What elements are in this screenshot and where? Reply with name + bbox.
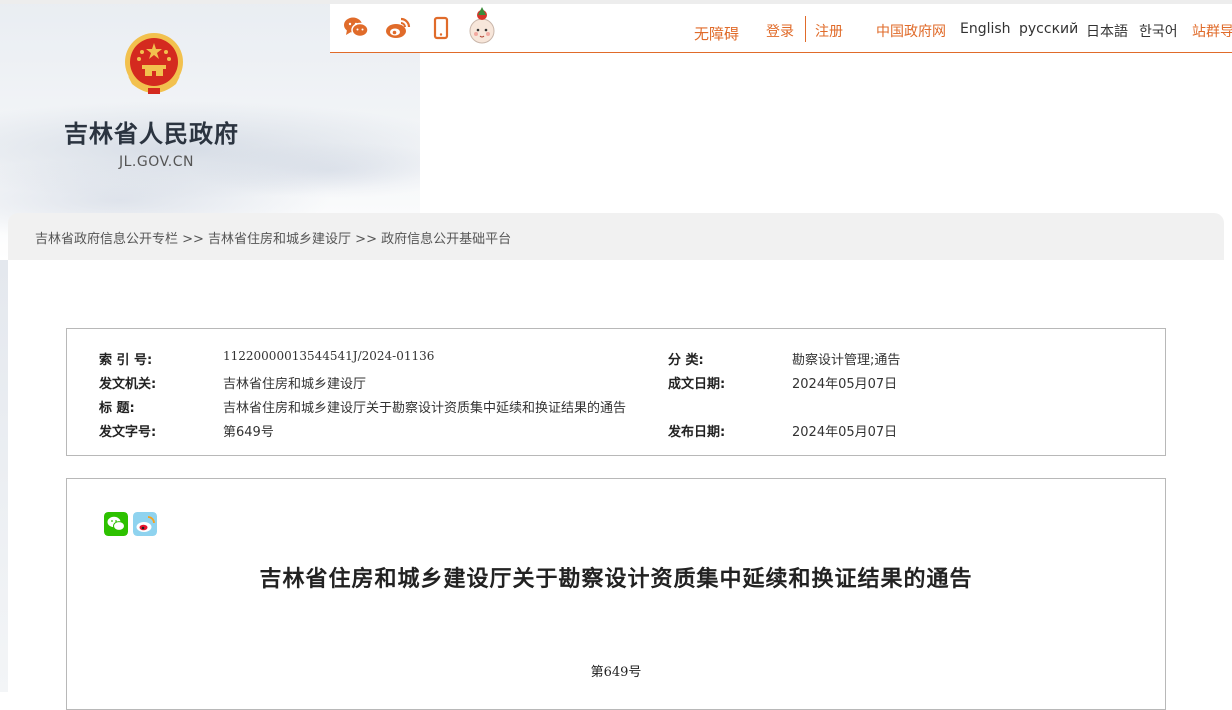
wechat-icon[interactable]	[342, 14, 370, 42]
document-metadata-table: 索 引 号: 11220000013544541J/2024-01136 分 类…	[66, 328, 1166, 456]
site-domain: JL.GOV.CN	[119, 154, 194, 170]
top-toolbar: 无障碍 登录 注册 中国政府网 English русский 日本語 한국어 …	[330, 4, 1232, 53]
title-label: 标 题:	[99, 401, 135, 416]
national-emblem-icon[interactable]	[122, 32, 186, 100]
korean-link[interactable]: 한국어	[1139, 21, 1178, 41]
breadcrumb-bar: 吉林省政府信息公开专栏 >> 吉林省住房和城乡建设厅 >> 政府信息公开基础平台	[8, 213, 1224, 260]
doc-number-label: 发文字号:	[99, 425, 157, 440]
doc-number-value: 第649号	[223, 425, 274, 440]
page-side-background	[0, 260, 8, 692]
written-date-value: 2024年05月07日	[792, 377, 898, 392]
mobile-icon[interactable]	[427, 14, 455, 42]
accessibility-link[interactable]: 无障碍	[694, 23, 739, 44]
login-register-divider	[805, 16, 806, 42]
russian-link[interactable]: русский	[1019, 21, 1078, 37]
breadcrumb[interactable]: 吉林省政府信息公开专栏 >> 吉林省住房和城乡建设厅 >> 政府信息公开基础平台	[35, 228, 511, 247]
written-date-label: 成文日期:	[668, 377, 726, 392]
site-group-link[interactable]: 站群导	[1192, 21, 1232, 41]
login-link[interactable]: 登录	[766, 21, 794, 41]
category-value: 勘察设计管理;通告	[792, 353, 901, 368]
english-link[interactable]: English	[960, 21, 1011, 37]
publish-date-label: 发布日期:	[668, 425, 726, 440]
issuer-value: 吉林省住房和城乡建设厅	[223, 377, 367, 392]
title-value: 吉林省住房和城乡建设厅关于勘察设计资质集中延续和换证结果的通告	[223, 401, 627, 416]
article-title: 吉林省住房和城乡建设厅关于勘察设计资质集中延续和换证结果的通告	[259, 566, 973, 592]
article-number: 第649号	[590, 665, 642, 680]
category-label: 分 类:	[668, 353, 704, 368]
mascot-icon[interactable]	[467, 6, 497, 46]
weibo-share-icon[interactable]	[133, 512, 157, 536]
article-container: 吉林省住房和城乡建设厅关于勘察设计资质集中延续和换证结果的通告 第649号	[66, 478, 1166, 710]
register-link[interactable]: 注册	[815, 21, 843, 41]
gov-portal-link[interactable]: 中国政府网	[876, 21, 946, 41]
weibo-icon[interactable]	[384, 14, 412, 42]
japanese-link[interactable]: 日本語	[1086, 21, 1128, 41]
issuer-label: 发文机关:	[99, 377, 157, 392]
index-label: 索 引 号:	[99, 353, 153, 368]
site-name[interactable]: 吉林省人民政府	[64, 114, 239, 149]
wechat-share-icon[interactable]	[104, 512, 128, 536]
publish-date-value: 2024年05月07日	[792, 425, 898, 440]
index-value: 11220000013544541J/2024-01136	[223, 349, 435, 363]
